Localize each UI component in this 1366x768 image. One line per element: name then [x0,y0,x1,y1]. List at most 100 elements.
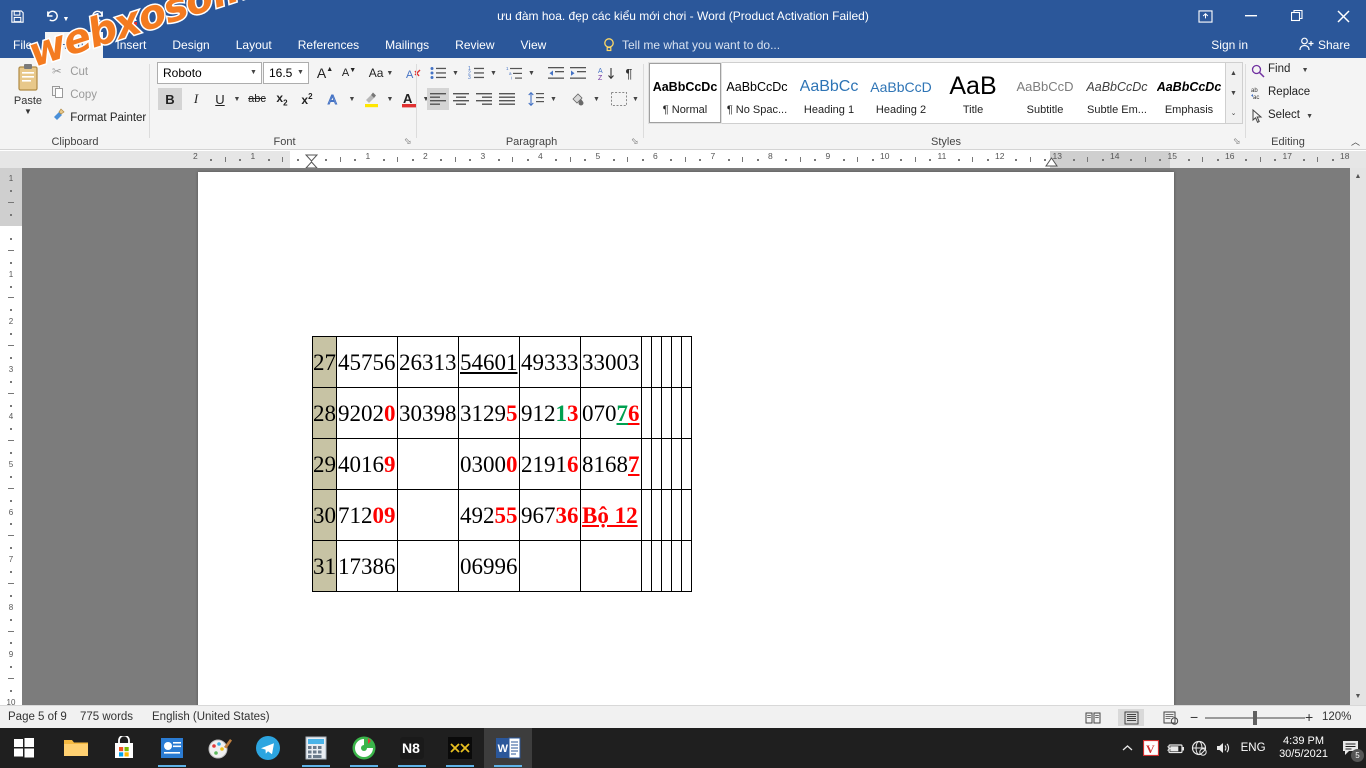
empty-cell[interactable] [642,388,652,439]
vertical-scrollbar[interactable]: ▲ ▼ [1350,168,1366,705]
number-cell[interactable]: 81687 [581,439,642,490]
font-color-icon[interactable]: A ▼ [114,0,160,32]
row-index-cell[interactable]: 30 [313,490,337,541]
word-count[interactable]: 775 words [80,706,133,729]
line-spacing-button[interactable] [525,88,547,110]
empty-cell[interactable] [642,439,652,490]
number-cell[interactable]: 54601 [459,337,520,388]
paste-button[interactable]: Paste ▼ [6,62,50,116]
green-disc-app-icon[interactable] [340,728,388,768]
empty-cell[interactable] [662,337,672,388]
number-cell[interactable]: 45756 [337,337,398,388]
style-no-spacing[interactable]: AaBbCcDc ¶ No Spac... [721,63,793,123]
tab-review[interactable]: Review [442,32,507,58]
number-cell[interactable]: 92020 [337,388,398,439]
empty-cell[interactable] [682,490,692,541]
number-cell[interactable]: 33003 [581,337,642,388]
text-effects-button[interactable]: A [324,88,346,110]
number-cell[interactable]: 71209 [337,490,398,541]
format-painter-button[interactable]: Format Painter [52,108,146,124]
table-row[interactable]: 311738606996 [313,541,692,592]
clock[interactable]: 4:39 PM 30/5/2021 [1271,735,1336,761]
file-explorer-icon[interactable] [52,728,100,768]
minimize-icon[interactable] [1228,0,1274,32]
font-dialog-launcher[interactable]: ⬂ [404,136,415,147]
close-icon[interactable] [1320,0,1366,32]
tab-insert[interactable]: Insert [103,32,159,58]
empty-cell[interactable] [682,388,692,439]
undo-icon[interactable]: ▼ [34,0,80,32]
font-name-input[interactable]: Roboto [157,62,262,84]
line-spacing-caret[interactable]: ▼ [547,88,560,110]
row-index-cell[interactable]: 29 [313,439,337,490]
text-highlight-button[interactable] [360,88,384,110]
grow-font-button[interactable]: A▲ [314,62,336,84]
superscript-button[interactable]: x2 [295,88,319,110]
borders-button[interactable] [608,88,630,110]
network-icon[interactable] [1187,728,1211,768]
telegram-icon[interactable] [244,728,292,768]
scroll-up-icon[interactable]: ▲ [1350,168,1366,185]
collapse-ribbon-button[interactable]: ︿ [1351,135,1360,148]
number-cell[interactable]: 03000 [459,439,520,490]
lottery-number-table[interactable]: 2745756263135460149333330032892020303983… [312,336,692,592]
number-cell[interactable] [581,541,642,592]
shading-caret[interactable]: ▼ [590,88,603,110]
number-cell[interactable]: 96736 [520,490,581,541]
underline-button[interactable]: U [209,88,231,110]
hanging-indent-marker[interactable] [305,159,318,168]
powerpoint-icon[interactable] [148,728,196,768]
text-highlight-caret[interactable]: ▼ [383,88,397,110]
number-cell[interactable]: 49255 [459,490,520,541]
empty-cell[interactable] [662,439,672,490]
language-indicator-tray[interactable]: ENG [1235,728,1271,768]
style-heading-2[interactable]: AaBbCcD Heading 2 [865,63,937,123]
paragraph-dialog-launcher[interactable]: ⬂ [631,136,642,147]
tab-home[interactable]: Home [45,32,103,58]
increase-indent-button[interactable] [567,62,589,84]
action-center-icon[interactable]: 5 [1336,728,1366,768]
strikethrough-button[interactable]: abc [245,88,269,110]
table-row[interactable]: 274575626313546014933333003 [313,337,692,388]
sign-in-button[interactable]: Sign in [1211,32,1248,58]
zoom-slider-thumb[interactable] [1253,711,1257,725]
multilevel-list-caret[interactable]: ▼ [525,62,538,84]
font-color-dropdown-caret[interactable]: ▼ [140,16,147,23]
paste-dropdown-caret[interactable]: ▼ [6,107,50,116]
empty-cell[interactable] [672,388,682,439]
numbering-caret[interactable]: ▼ [487,62,500,84]
shading-button[interactable] [567,88,591,110]
subscript-button[interactable]: x2 [270,88,294,110]
empty-cell[interactable] [682,541,692,592]
empty-cell[interactable] [672,490,682,541]
table-row[interactable]: 2940169030002191681687 [313,439,692,490]
style-subtle-emphasis[interactable]: AaBbCcDc Subtle Em... [1081,63,1153,123]
print-layout-button[interactable] [1118,709,1144,726]
tab-view[interactable]: View [508,32,560,58]
language-indicator[interactable]: English (United States) [152,706,270,729]
zoom-out-button[interactable]: − [1190,706,1198,729]
multilevel-list-button[interactable]: 1ai [503,62,525,84]
word-icon[interactable]: W [484,728,532,768]
gallery-scroll-down-icon[interactable]: ▼ [1226,83,1241,103]
empty-cell[interactable] [642,490,652,541]
table-row[interactable]: 289202030398312959121307076 [313,388,692,439]
document-page[interactable]: 2745756263135460149333330032892020303983… [198,172,1174,708]
battery-icon[interactable] [1163,728,1187,768]
right-indent-marker[interactable] [1045,157,1058,168]
empty-cell[interactable] [652,337,662,388]
style-subtitle[interactable]: AaBbCcD Subtitle [1009,63,1081,123]
empty-cell[interactable] [662,490,672,541]
number-cell[interactable] [398,439,459,490]
find-button[interactable]: Find ▼ [1268,63,1309,75]
number-cell[interactable] [520,541,581,592]
number-cell[interactable]: 91213 [520,388,581,439]
empty-cell[interactable] [652,439,662,490]
zoom-in-button[interactable]: + [1305,706,1313,729]
table-row[interactable]: 30712094925596736Bộ 12 [313,490,692,541]
chevron-up-icon[interactable] [1115,728,1139,768]
cut-button[interactable]: ✂ Cut [52,64,88,78]
gallery-scroll-up-icon[interactable]: ▲ [1226,63,1241,83]
empty-cell[interactable] [652,388,662,439]
number-cell[interactable]: 17386 [337,541,398,592]
